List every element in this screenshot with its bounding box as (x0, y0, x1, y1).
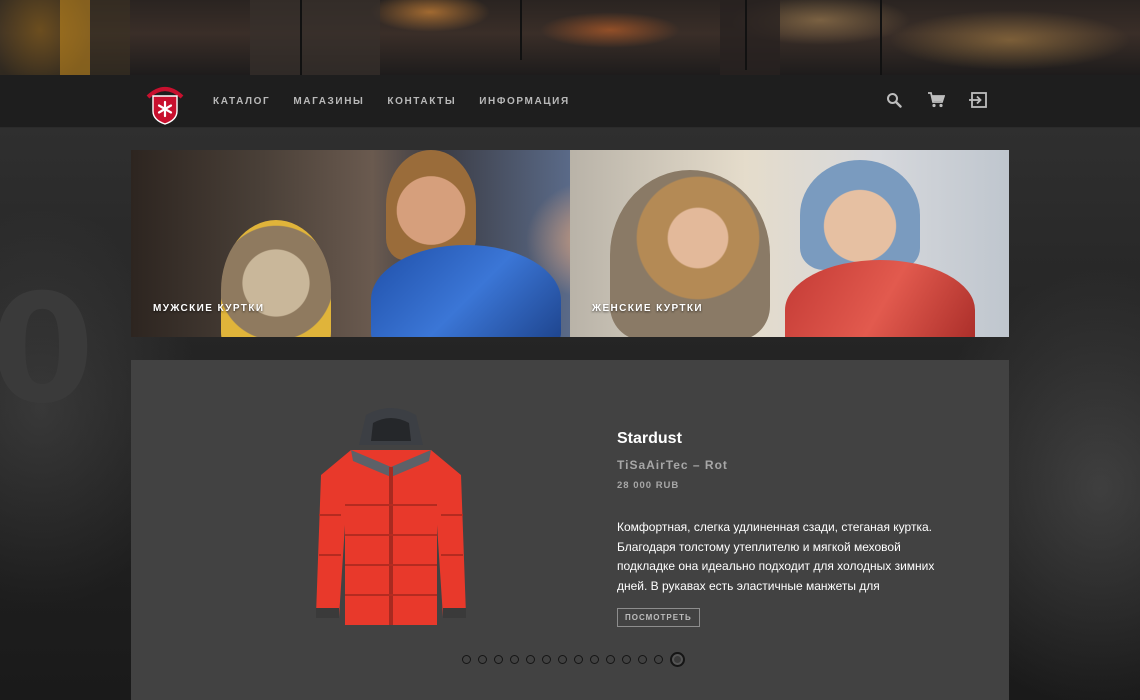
product-name: Stardust (617, 430, 682, 447)
login-icon[interactable] (968, 89, 988, 111)
carousel-dot[interactable] (478, 655, 487, 664)
cart-icon[interactable] (926, 89, 946, 111)
view-product-button[interactable]: ПОСМОТРЕТЬ (617, 608, 700, 627)
header-photo (0, 0, 1140, 75)
carousel-dot[interactable] (542, 655, 551, 664)
carousel-dot[interactable] (638, 655, 647, 664)
featured-product-panel: Stardust TiSaAirTec – Rot 28 000 RUB Ком… (131, 360, 1009, 700)
carousel-dot[interactable] (622, 655, 631, 664)
carousel-dot[interactable] (510, 655, 519, 664)
womens-jackets-label: ЖЕНСКИЕ КУРТКИ (592, 303, 704, 314)
product-model: TiSaAirTec – Rot (617, 458, 728, 472)
mens-jackets-banner[interactable]: МУЖСКИЕ КУРТКИ (131, 150, 570, 337)
carousel-dot[interactable] (494, 655, 503, 664)
product-description: Комфортная, слегка удлиненная сзади, сте… (617, 520, 935, 593)
womens-jackets-banner[interactable]: ЖЕНСКИЕ КУРТКИ (570, 150, 1009, 337)
mens-jackets-label: МУЖСКИЕ КУРТКИ (153, 303, 265, 314)
ship-hull-decoration: 0 (0, 263, 94, 437)
carousel-dot[interactable] (654, 655, 663, 664)
nav-link-catalog[interactable]: КАТАЛОГ (213, 96, 270, 107)
product-image[interactable] (311, 405, 471, 635)
carousel-dot[interactable] (526, 655, 535, 664)
search-icon[interactable] (884, 89, 904, 111)
nav-link-stores[interactable]: МАГАЗИНЫ (293, 96, 364, 107)
carousel-dot[interactable] (606, 655, 615, 664)
carousel-dot[interactable] (670, 652, 685, 667)
carousel-dot[interactable] (462, 655, 471, 664)
product-price: 28 000 RUB (617, 480, 680, 491)
carousel-dot[interactable] (558, 655, 567, 664)
nav-link-information[interactable]: ИНФОРМАЦИЯ (479, 96, 570, 107)
carousel-pagination (462, 652, 685, 667)
nav-link-contacts[interactable]: КОНТАКТЫ (387, 96, 456, 107)
main-nav: КАТАЛОГ МАГАЗИНЫ КОНТАКТЫ ИНФОРМАЦИЯ (0, 75, 1140, 128)
carousel-dot[interactable] (574, 655, 583, 664)
brand-logo[interactable] (140, 83, 190, 125)
carousel-dot[interactable] (590, 655, 599, 664)
